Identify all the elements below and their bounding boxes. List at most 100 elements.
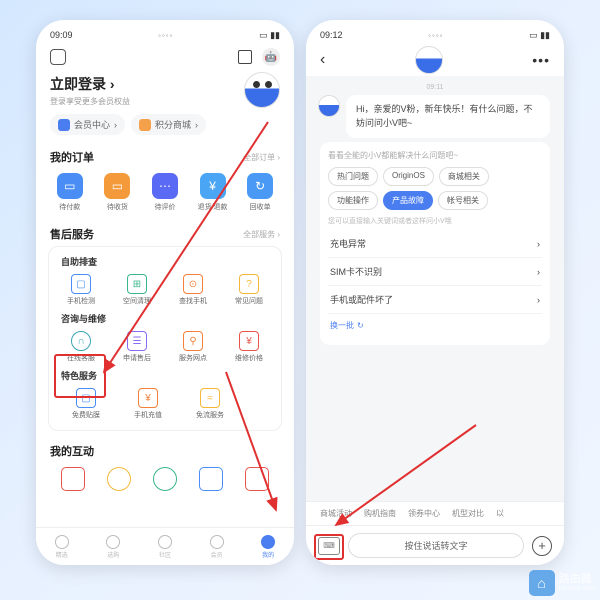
chip-hot[interactable]: 热门问题 xyxy=(328,167,378,186)
cart-icon[interactable] xyxy=(238,50,252,64)
price-icon: ¥ xyxy=(239,331,259,351)
watermark-title: 路由器 xyxy=(559,573,596,585)
heart-icon xyxy=(55,535,69,549)
assistant-icon[interactable]: 🤖 xyxy=(262,48,280,66)
headset-icon: ∩ xyxy=(71,331,91,351)
chat-avatar xyxy=(415,46,443,74)
status-right: ▭ ▮▮ xyxy=(259,30,280,41)
refund-icon: ¥ xyxy=(200,173,226,199)
orders-grid: ▭待付款 ▭待收货 ⋯待评价 ¥退货/退款 ↻回收单 xyxy=(36,169,294,220)
order-recycle[interactable]: ↻回收单 xyxy=(239,173,281,212)
bot-avatar-icon xyxy=(318,95,340,117)
faq-charging[interactable]: 充电异常› xyxy=(328,230,542,258)
svc-faq[interactable]: ?常见问题 xyxy=(224,274,274,306)
greeting-bubble: Hi，亲爱的V粉，新年快乐！有什么问题，不妨问问小V吧~ xyxy=(346,95,550,138)
nav-mine[interactable]: 我的 xyxy=(261,535,275,559)
svc-clean[interactable]: ⊞空间清理 xyxy=(112,274,162,306)
svc-service-point[interactable]: ⚲服务网点 xyxy=(168,331,218,363)
tag-item[interactable]: 领券中心 xyxy=(408,508,440,519)
interact-header: 我的互动 xyxy=(36,437,294,463)
nav-member[interactable]: 会员 xyxy=(210,535,224,559)
login-subtitle: 登录享受更多会员权益 xyxy=(50,96,130,107)
community-icon xyxy=(158,535,172,549)
login-title: 立即登录 xyxy=(50,76,106,92)
nav-featured[interactable]: 精选 xyxy=(55,535,69,559)
interact-4[interactable] xyxy=(199,467,223,491)
repair-title: 咨询与维修 xyxy=(53,310,277,329)
svc-repair-price[interactable]: ¥维修价格 xyxy=(224,331,274,363)
order-pending-review[interactable]: ⋯待评价 xyxy=(144,173,186,212)
svc-apply-service[interactable]: ☰申请售后 xyxy=(112,331,162,363)
tag-item[interactable]: 商城活动 xyxy=(320,508,352,519)
form-icon: ☰ xyxy=(127,331,147,351)
interact-1[interactable] xyxy=(61,467,85,491)
order-pending-pay[interactable]: ▭待付款 xyxy=(49,173,91,212)
chip-origin[interactable]: OriginOS xyxy=(383,167,434,186)
watermark: ⌂ 路由器 luyouqi.com xyxy=(529,570,596,596)
data-icon: ≈ xyxy=(200,388,220,408)
coin-icon xyxy=(139,119,151,131)
self-check-title: 自助排查 xyxy=(53,253,277,272)
status-time: 09:09 xyxy=(50,30,73,40)
tag-item[interactable]: 以 xyxy=(496,508,504,519)
orders-title: 我的订单 xyxy=(50,149,94,165)
router-icon: ⌂ xyxy=(529,570,555,596)
login-section[interactable]: 立即登录 › 登录享受更多会员权益 xyxy=(36,70,294,114)
keyboard-icon[interactable]: ⌨ xyxy=(318,537,340,555)
interact-title: 我的互动 xyxy=(50,443,94,459)
orders-more[interactable]: 全部订单 › xyxy=(243,152,280,163)
chip-header: 看看全能的小V都能解决什么问题吧~ xyxy=(328,150,542,161)
status-right: ▭ ▮▮ xyxy=(529,30,550,41)
tag-scroll[interactable]: 商城活动 购机指南 领券中心 机型对比 以 xyxy=(306,501,564,525)
member-center-pill[interactable]: 会员中心 › xyxy=(50,114,125,135)
chip-account[interactable]: 帐号相关 xyxy=(438,191,488,210)
status-bar: 09:09 ◦◦◦◦ ▭ ▮▮ xyxy=(36,26,294,44)
phone-right: 09:12 ◦◦◦◦ ▭ ▮▮ ‹ ••• 09:11 Hi，亲爱的V粉，新年快… xyxy=(306,20,564,565)
tag-item[interactable]: 机型对比 xyxy=(452,508,484,519)
service-more[interactable]: 全部服务 › xyxy=(243,229,280,240)
order-pending-receive[interactable]: ▭待收货 xyxy=(96,173,138,212)
order-refund[interactable]: ¥退货/退款 xyxy=(192,173,234,212)
svc-free-data[interactable]: ≈免流服务 xyxy=(185,388,235,420)
more-icon[interactable]: ••• xyxy=(532,52,550,68)
nav-shop[interactable]: 选购 xyxy=(106,535,120,559)
tag-item[interactable]: 购机指南 xyxy=(364,508,396,519)
service-title: 售后服务 xyxy=(50,226,94,242)
chevron-right-icon: › xyxy=(110,76,115,92)
faq-broken[interactable]: 手机或配件坏了› xyxy=(328,286,542,314)
chip-mall[interactable]: 商城相关 xyxy=(439,167,489,186)
chevron-right-icon: › xyxy=(537,295,540,305)
chat-body: 09:11 Hi，亲爱的V粉，新年快乐！有什么问题，不妨问问小V吧~ 看看全能的… xyxy=(306,76,564,501)
chat-time: 09:11 xyxy=(306,84,564,91)
status-icons: ◦◦◦◦ xyxy=(428,31,443,40)
svc-free-film[interactable]: ▢免费贴膜 xyxy=(61,388,111,420)
topics-card: 看看全能的小V都能解决什么问题吧~ 热门问题 OriginOS 商城相关 功能操… xyxy=(320,142,550,345)
orders-header: 我的订单 全部订单 › xyxy=(36,143,294,169)
chip-fault[interactable]: 产品故障 xyxy=(383,191,433,210)
faq-sim[interactable]: SIM卡不识别› xyxy=(328,258,542,286)
svc-phone-check[interactable]: ▢手机检测 xyxy=(56,274,106,306)
find-icon: ⊙ xyxy=(183,274,203,294)
plus-button[interactable]: + xyxy=(532,536,552,556)
svc-find-phone[interactable]: ⊙查找手机 xyxy=(168,274,218,306)
back-button[interactable]: ‹ xyxy=(320,51,325,69)
input-bar: ⌨ 按住说话转文字 + xyxy=(306,525,564,565)
svc-online-support[interactable]: ∩在线客服 xyxy=(56,331,106,363)
interact-3[interactable] xyxy=(153,467,177,491)
service-header: 售后服务 全部服务 › xyxy=(36,220,294,246)
avatar[interactable] xyxy=(244,72,280,108)
faq-icon: ? xyxy=(239,274,259,294)
voice-input[interactable]: 按住说话转文字 xyxy=(348,533,524,558)
nav-community[interactable]: 社区 xyxy=(158,535,172,559)
refresh-button[interactable]: 换一批 ↻ xyxy=(328,314,542,337)
chip-function[interactable]: 功能操作 xyxy=(328,191,378,210)
settings-icon[interactable] xyxy=(50,49,66,65)
interact-5[interactable] xyxy=(245,467,269,491)
interact-2[interactable] xyxy=(107,467,131,491)
svc-recharge[interactable]: ¥手机充值 xyxy=(123,388,173,420)
points-mall-pill[interactable]: 积分商城 › xyxy=(131,114,206,135)
bag-icon xyxy=(106,535,120,549)
quick-links: 会员中心 › 积分商城 › xyxy=(36,114,294,143)
clean-icon: ⊞ xyxy=(127,274,147,294)
diamond-icon xyxy=(58,119,70,131)
